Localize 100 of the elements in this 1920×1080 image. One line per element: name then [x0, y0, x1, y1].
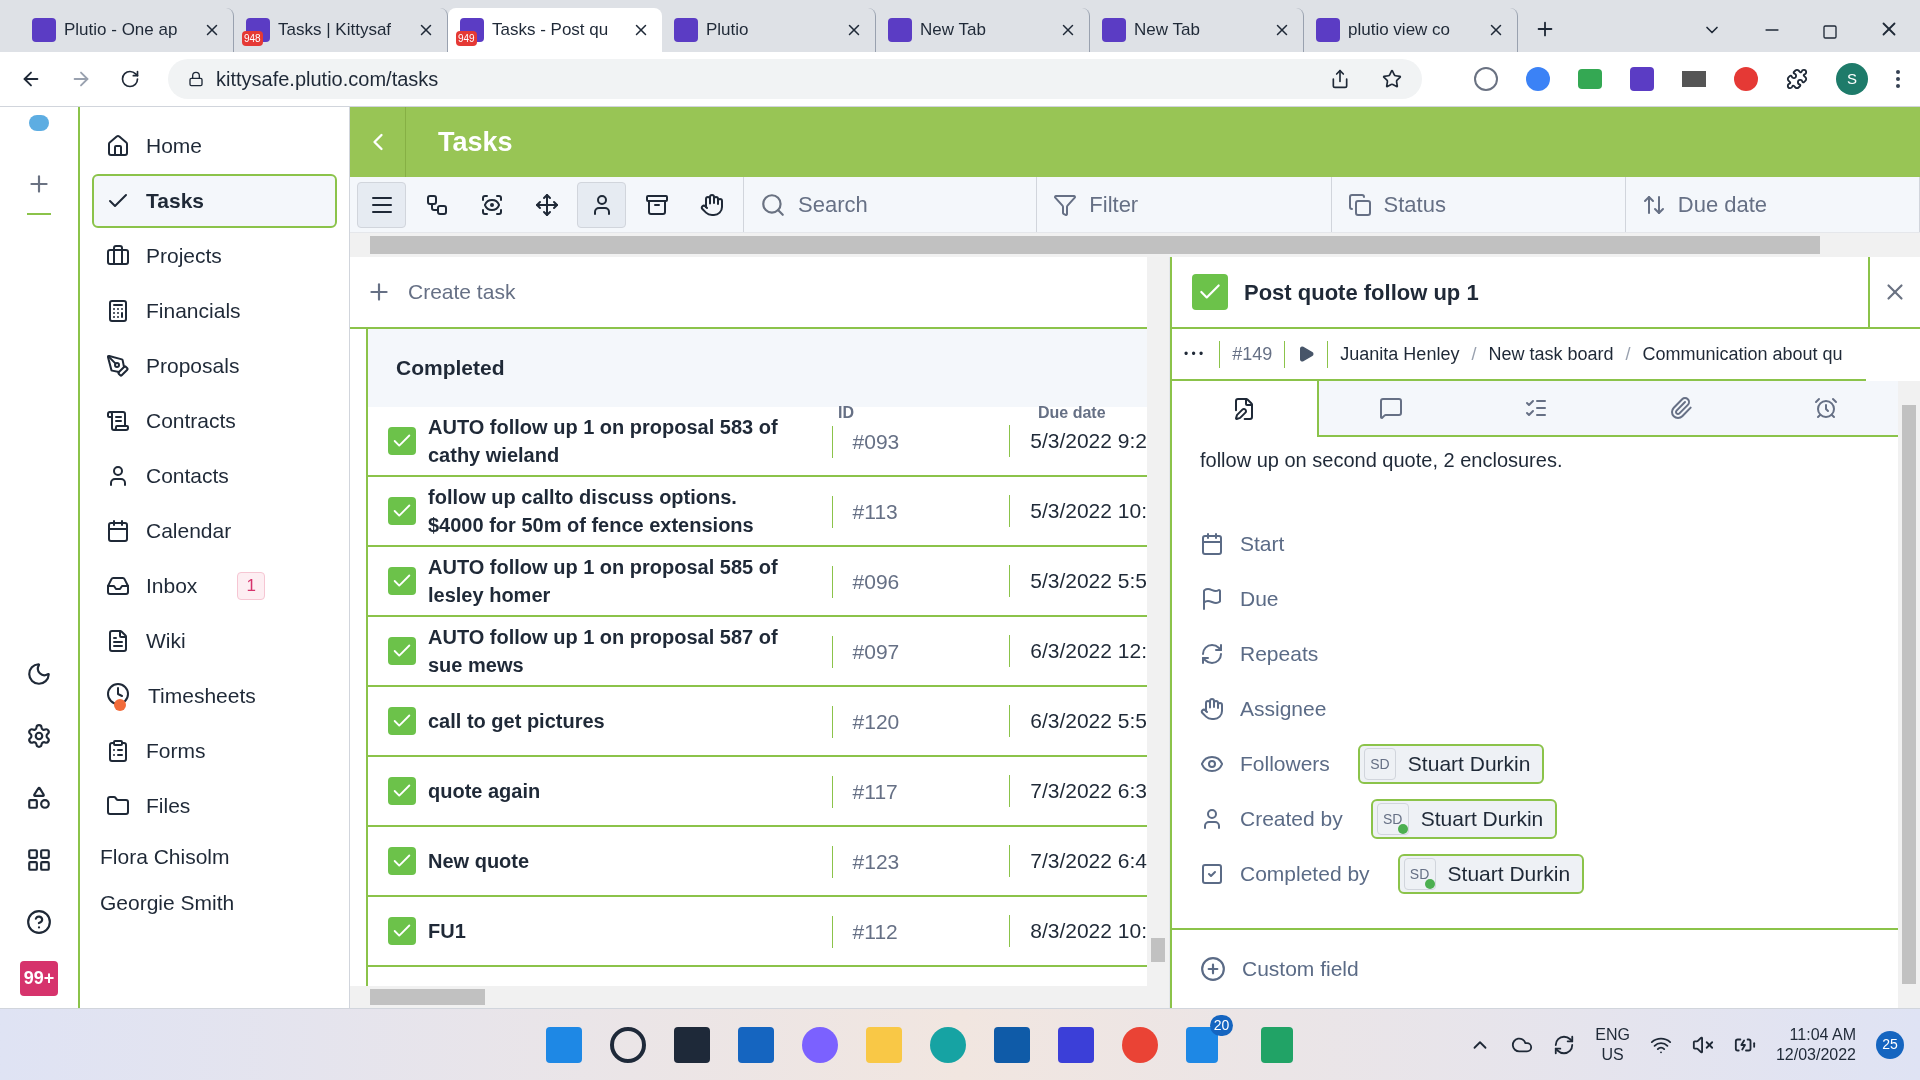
document-icon	[106, 629, 130, 653]
person-chip[interactable]: SD Stuart Durkin	[1370, 799, 1558, 839]
clock[interactable]: 11:04 AM 12/03/2022	[1775, 1024, 1856, 1065]
language-indicator[interactable]: ENG US	[1595, 1024, 1630, 1065]
task-row[interactable]: New quote #123 7/3/2022 6:4	[368, 827, 1147, 897]
checkbox[interactable]	[388, 847, 416, 875]
nav-item[interactable]: Contracts	[92, 394, 337, 448]
settings-icon[interactable]	[26, 723, 52, 749]
field-label: Due	[1240, 586, 1279, 613]
nav-item[interactable]: Wiki	[92, 614, 337, 668]
task-title: call to get pictures	[428, 709, 606, 734]
checkbox[interactable]	[388, 777, 416, 805]
nav-item[interactable]: Proposals	[92, 339, 337, 393]
extension-icon[interactable]	[1630, 67, 1654, 91]
filter-icon	[1053, 192, 1078, 217]
notification-badge[interactable]: 25	[1876, 1030, 1904, 1059]
checkbox[interactable]	[388, 707, 416, 735]
breadcrumb-link[interactable]: Juanita Henley	[1327, 340, 1460, 368]
nav-item[interactable]: Inbox 1	[92, 559, 337, 613]
nav-item[interactable]: Calendar	[92, 504, 337, 558]
flag-icon	[1200, 587, 1224, 611]
task-title: AUTO follow up 1 on proposal 583 of cathy wieland	[428, 415, 779, 468]
eye-icon	[479, 192, 504, 217]
scrollbar[interactable]	[1898, 381, 1920, 1008]
task-row[interactable]: call to get pictures #120 6/3/2022 5:5	[368, 687, 1147, 757]
profile-avatar[interactable]: S	[1836, 63, 1868, 95]
field-label: Followers	[1240, 751, 1330, 778]
task-row[interactable]: AUTO follow up 1 on proposal 587 of sue mews #097 6/3/2022 12:	[368, 617, 1147, 687]
checkbox[interactable]	[1192, 274, 1228, 310]
nav-item[interactable]: Financials	[92, 284, 337, 338]
tab-title: plutio view co	[1348, 19, 1452, 42]
status-button[interactable]: Status	[1331, 177, 1626, 232]
view-button[interactable]	[357, 181, 406, 228]
briefcase-icon	[106, 244, 130, 268]
help-icon[interactable]	[26, 909, 52, 935]
moon-icon[interactable]	[26, 661, 52, 687]
tab-title: Plutio	[706, 19, 750, 42]
alarm-icon	[1813, 396, 1838, 420]
task-row[interactable]: follow up callto discuss options. $4000 for 50m of fence extensions #113 5/3/2022 10:	[368, 477, 1147, 547]
scrollbar[interactable]	[350, 986, 1169, 1008]
notification-badge[interactable]: 99+	[19, 961, 59, 996]
checkbox[interactable]	[388, 637, 416, 665]
sync-icon[interactable]	[1553, 1033, 1576, 1056]
checkbox-icon	[1200, 862, 1224, 886]
address-bar[interactable]: kittysafe.plutio.com/tasks	[168, 59, 1422, 99]
breadcrumb-link[interactable]: Communication about qu	[1642, 340, 1843, 368]
checkbox[interactable]	[388, 567, 416, 595]
plus-icon	[1200, 956, 1226, 982]
reload-icon[interactable]	[120, 69, 140, 89]
avatar: SD	[1363, 748, 1396, 780]
restore-icon[interactable]	[1822, 24, 1838, 40]
share-icon[interactable]	[1330, 69, 1350, 89]
task-row[interactable]: FU1 #112 8/3/2022 10:	[368, 897, 1147, 967]
task-title: New quote	[428, 849, 531, 874]
hand-icon	[1200, 697, 1224, 721]
checkbox[interactable]	[388, 427, 416, 455]
play-icon[interactable]	[1297, 345, 1316, 363]
calendar-icon	[106, 519, 130, 543]
view-button[interactable]	[577, 181, 626, 228]
filter-button[interactable]: Filter	[1037, 177, 1332, 232]
puzzle-icon[interactable]	[1786, 68, 1808, 90]
contact-link[interactable]: Georgie Smith	[92, 880, 337, 925]
task-row[interactable]: AUTO follow up 1 on proposal 583 of cathy wieland #093 5/3/2022 9:2 ID Due date	[368, 407, 1147, 477]
shapes-icon[interactable]	[26, 785, 52, 811]
star-icon[interactable]	[1382, 69, 1402, 89]
menu-icon[interactable]	[1896, 70, 1900, 88]
nav-item[interactable]: Forms	[92, 724, 337, 778]
task-row[interactable]: AUTO follow up 1 on proposal 585 of lesley homer #096 5/3/2022 5:5	[368, 547, 1147, 617]
detail-tab[interactable]	[1172, 381, 1319, 437]
sort-button[interactable]: Due date	[1625, 177, 1920, 232]
task-row[interactable]: quote again #117 7/3/2022 6:3	[368, 757, 1147, 827]
browser-tab[interactable]: 949 Tasks - Post qu	[448, 8, 662, 52]
comment-icon	[1379, 396, 1404, 420]
breadcrumb-link[interactable]: New task board	[1488, 340, 1614, 368]
nav-item[interactable]: Projects	[92, 229, 337, 283]
search-field[interactable]: Search	[798, 188, 1018, 221]
more-button[interactable]: • • •	[1180, 345, 1208, 363]
copy-icon	[1347, 192, 1372, 217]
extension-icon[interactable]	[1474, 67, 1498, 91]
nav-item[interactable]: Files	[92, 779, 337, 833]
table-cell: #093	[831, 426, 1010, 458]
extension-icon[interactable]	[1734, 67, 1758, 91]
nav-item[interactable]: Timesheets	[92, 669, 337, 723]
grid-icon[interactable]	[26, 847, 52, 873]
table-cell: #123	[831, 846, 1010, 878]
nav-item[interactable]: Contacts	[92, 449, 337, 503]
favicon-icon	[32, 18, 56, 42]
scrollbar[interactable]	[1147, 257, 1169, 986]
calendar-icon	[1200, 532, 1224, 556]
person-chip[interactable]: SD Stuart Durkin	[1397, 854, 1585, 894]
tab-title: New Tab	[920, 19, 987, 42]
extension-icon[interactable]	[1526, 67, 1550, 91]
contract-icon	[106, 409, 130, 433]
nav-item[interactable]: Tasks	[92, 174, 337, 228]
checkbox[interactable]	[388, 917, 416, 945]
contact-link[interactable]: Flora Chisolm	[92, 834, 337, 879]
nav-item[interactable]: Home	[92, 119, 337, 173]
person-chip[interactable]: SD Stuart Durkin	[1357, 744, 1545, 784]
checkbox[interactable]	[388, 497, 416, 525]
scrollbar[interactable]	[350, 233, 1920, 257]
